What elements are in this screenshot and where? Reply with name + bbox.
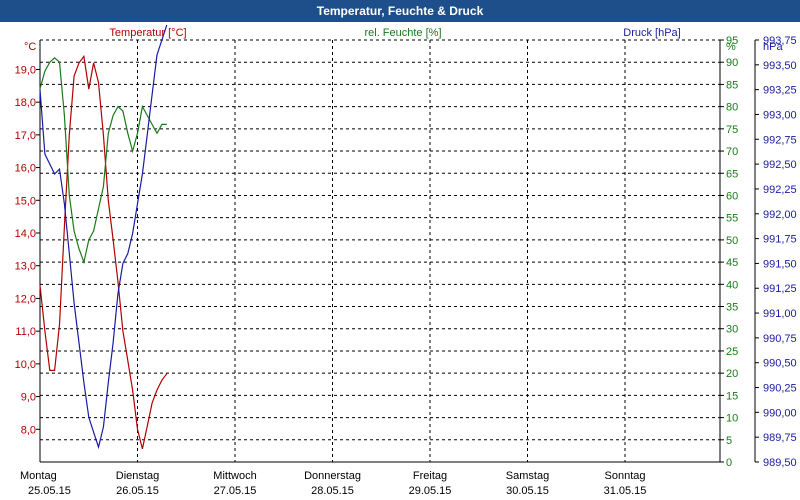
humidity-tick-label: 75 <box>726 124 738 136</box>
humidity-tick-label: 25 <box>726 346 738 358</box>
humidity-tick-label: 45 <box>726 257 738 269</box>
temp-tick-label: 15,0 <box>15 195 36 207</box>
humidity-line <box>39 56 167 265</box>
temperature-axis-title: Temperatur [°C] <box>109 27 186 39</box>
temp-tick-label: 8,0 <box>21 424 36 436</box>
x-date-label: 26.05.15 <box>116 485 159 497</box>
x-day-label: Freitag <box>413 470 447 482</box>
pressure-line <box>39 24 168 450</box>
pressure-tick-label: 993,00 <box>763 109 797 121</box>
temp-tick-label: 12,0 <box>15 293 36 305</box>
temp-tick-label: 13,0 <box>15 261 36 273</box>
x-day-label: Samstag <box>506 470 549 482</box>
x-date-label: 25.05.15 <box>28 485 71 497</box>
pressure-tick-label: 993,25 <box>763 85 797 97</box>
humidity-tick-label: 20 <box>726 368 738 380</box>
temp-tick-label: 19,0 <box>15 64 36 76</box>
x-day-label: Dienstag <box>116 470 159 482</box>
x-date-label: 27.05.15 <box>214 485 257 497</box>
pressure-tick-label: 992,75 <box>763 134 797 146</box>
temp-tick-label: 10,0 <box>15 359 36 371</box>
x-day-label: Sonntag <box>605 470 646 482</box>
humidity-tick-label: 50 <box>726 235 738 247</box>
humidity-tick-label: 0 <box>726 457 732 469</box>
humidity-tick-label: 65 <box>726 168 738 180</box>
pressure-tick-label: 992,00 <box>763 209 797 221</box>
pressure-tick-label: 990,75 <box>763 333 797 345</box>
chart-svg: 8,0 9,0 10,0 11,0 12,0 13,0 14,0 15,0 16,0 17,0 18… <box>15 24 797 497</box>
pressure-tick-label: 990,50 <box>763 358 797 370</box>
x-date-label: 30.05.15 <box>506 485 549 497</box>
pressure-tick-label: 992,50 <box>763 159 797 171</box>
x-date-label: 28.05.15 <box>311 485 354 497</box>
x-day-label: Donnerstag <box>304 470 361 482</box>
humidity-tick-label: 10 <box>726 413 738 425</box>
temp-tick-label: 17,0 <box>15 130 36 142</box>
pressure-tick-label: 993,50 <box>763 60 797 72</box>
humidity-tick-label: 5 <box>726 435 732 447</box>
x-date-label: 31.05.15 <box>604 485 647 497</box>
pressure-tick-label: 991,25 <box>763 283 797 295</box>
pressure-tick-label: 991,75 <box>763 234 797 246</box>
pressure-tick-label: 991,00 <box>763 308 797 320</box>
humidity-tick-label: 60 <box>726 190 738 202</box>
pressure-tick-label: 990,25 <box>763 383 797 395</box>
humidity-axis-title: rel. Feuchte [%] <box>364 27 441 39</box>
pressure-axis-title: Druck [hPa] <box>623 27 680 39</box>
humidity-tick-label: 35 <box>726 302 738 314</box>
x-day-label: Montag <box>20 470 57 482</box>
pressure-tick-label: 989,50 <box>763 457 797 469</box>
humidity-tick-label: 90 <box>726 57 738 69</box>
humidity-tick-label: 55 <box>726 213 738 225</box>
pressure-tick-label: 989,75 <box>763 432 797 444</box>
humidity-tick-label: 85 <box>726 79 738 91</box>
temp-unit-label: °C <box>24 41 36 53</box>
x-day-label: Mittwoch <box>213 470 256 482</box>
pressure-tick-label: 990,00 <box>763 407 797 419</box>
pressure-tick-label: 991,50 <box>763 258 797 270</box>
pressure-unit-label: hPa <box>763 41 783 53</box>
temp-tick-label: 11,0 <box>15 326 36 338</box>
x-date-label: 29.05.15 <box>409 485 452 497</box>
humidity-tick-label: 70 <box>726 146 738 158</box>
humidity-tick-label: 30 <box>726 324 738 336</box>
humidity-tick-label: 15 <box>726 390 738 402</box>
temp-tick-label: 14,0 <box>15 228 36 240</box>
humidity-unit-label: % <box>726 41 736 53</box>
temp-tick-label: 18,0 <box>15 97 36 109</box>
humidity-tick-label: 80 <box>726 102 738 114</box>
pressure-tick-label: 992,25 <box>763 184 797 196</box>
temp-tick-label: 16,0 <box>15 163 36 175</box>
humidity-tick-label: 40 <box>726 279 738 291</box>
temp-tick-label: 9,0 <box>21 392 36 404</box>
